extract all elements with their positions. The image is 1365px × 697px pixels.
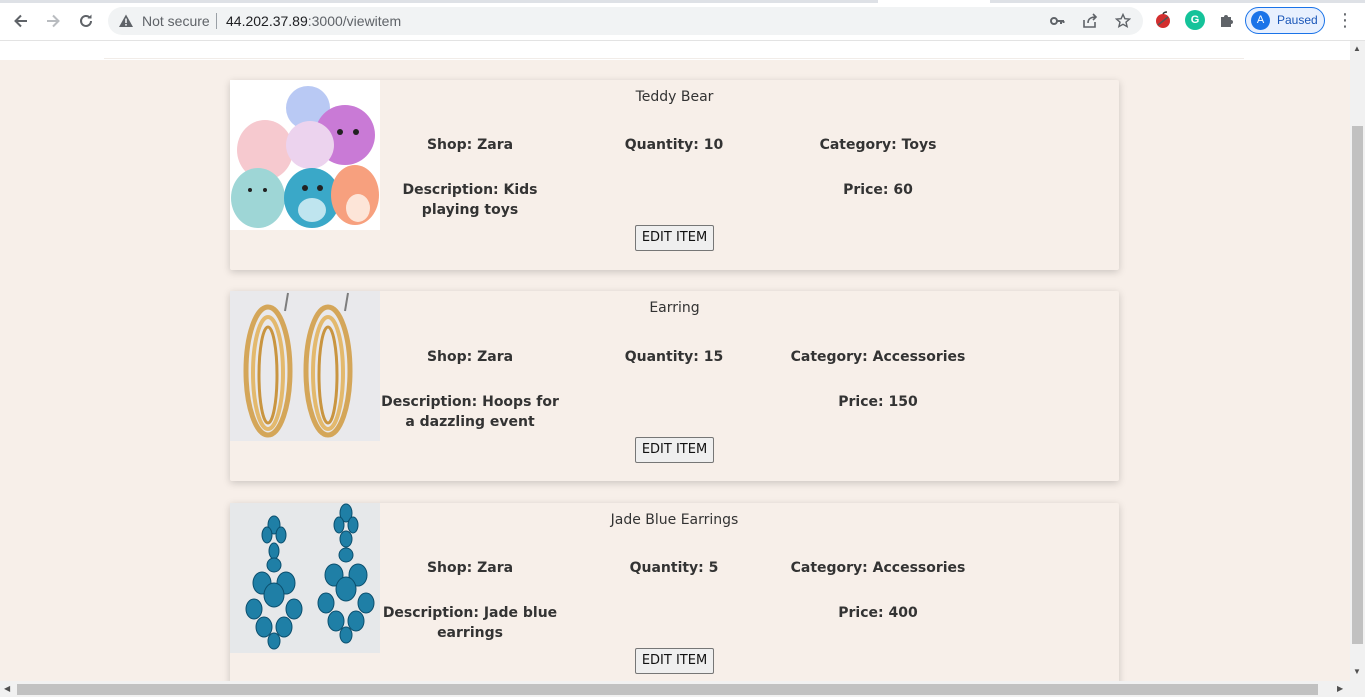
- security-status[interactable]: Not secure: [142, 13, 210, 29]
- item-category: Category: Toys: [819, 137, 937, 153]
- edit-item-button[interactable]: EDIT ITEM: [635, 648, 714, 674]
- extension-apple-icon[interactable]: [1153, 10, 1173, 30]
- browser-toolbar: Not secure 44.202.37.89:3000/viewitem G …: [0, 0, 1365, 41]
- forward-icon[interactable]: [41, 9, 65, 33]
- item-list: Teddy Bear Shop: Zara Quantity: 10 Categ…: [0, 60, 1350, 681]
- item-category: Category: Accessories: [790, 349, 966, 365]
- url-host: 44.202.37.89: [226, 13, 308, 29]
- warning-icon[interactable]: [118, 13, 134, 29]
- scroll-left-arrow-icon[interactable]: ◀: [4, 684, 10, 693]
- item-description: Description: Jade blue earrings: [382, 605, 558, 641]
- reload-icon[interactable]: [74, 9, 98, 33]
- item-card: Teddy Bear Shop: Zara Quantity: 10 Categ…: [230, 80, 1119, 270]
- item-price: Price: 400: [838, 605, 918, 621]
- item-name: Jade Blue Earrings: [610, 512, 739, 528]
- tab-strip-edge: [0, 0, 1365, 3]
- horizontal-scrollbar[interactable]: ◀ ▶: [0, 681, 1365, 697]
- item-card: Earring Shop: Zara Quantity: 15 Category…: [230, 291, 1119, 481]
- plush-toys-image: [230, 80, 380, 230]
- item-quantity: Quantity: 10: [624, 137, 724, 153]
- grammarly-icon[interactable]: G: [1185, 10, 1205, 30]
- scroll-right-arrow-icon[interactable]: ▶: [1337, 684, 1343, 693]
- item-quantity: Quantity: 15: [624, 349, 724, 365]
- url-text[interactable]: 44.202.37.89:3000/viewitem: [226, 13, 401, 29]
- avatar: A: [1251, 11, 1270, 30]
- extensions-puzzle-icon[interactable]: [1217, 10, 1237, 30]
- item-price: Price: 60: [843, 182, 913, 198]
- vertical-scrollbar-thumb[interactable]: [1352, 126, 1363, 644]
- item-shop: Shop: Zara: [426, 137, 514, 153]
- edit-item-button[interactable]: EDIT ITEM: [635, 225, 714, 251]
- item-shop: Shop: Zara: [426, 349, 514, 365]
- scroll-down-arrow-icon[interactable]: ▼: [1353, 667, 1361, 676]
- gold-hoop-earrings-image: [230, 291, 380, 441]
- share-icon[interactable]: [1081, 13, 1099, 29]
- key-icon[interactable]: [1048, 13, 1066, 29]
- scroll-up-arrow-icon[interactable]: ▲: [1353, 44, 1361, 53]
- item-price: Price: 150: [838, 394, 918, 410]
- active-tab-edge[interactable]: [878, 0, 990, 3]
- item-name: Teddy Bear: [635, 89, 714, 105]
- edit-item-button[interactable]: EDIT ITEM: [635, 437, 714, 463]
- header-divider: [104, 58, 1244, 59]
- item-description: Description: Kids playing toys: [402, 182, 538, 218]
- omnibox-divider: [216, 13, 217, 29]
- more-menu-icon[interactable]: ⋮: [1336, 9, 1354, 33]
- item-card: Jade Blue Earrings Shop: Zara Quantity: …: [230, 503, 1119, 681]
- item-name: Earring: [649, 300, 700, 316]
- star-icon[interactable]: [1114, 12, 1132, 29]
- back-icon[interactable]: [9, 9, 33, 33]
- item-description: Description: Hoops for a dazzling event: [381, 394, 559, 430]
- profile-button[interactable]: A Paused: [1245, 7, 1325, 34]
- horizontal-scrollbar-thumb[interactable]: [17, 684, 1318, 695]
- item-shop: Shop: Zara: [426, 560, 514, 576]
- address-bar[interactable]: Not secure 44.202.37.89:3000/viewitem: [108, 7, 1143, 35]
- item-quantity: Quantity: 5: [629, 560, 719, 576]
- vertical-scrollbar[interactable]: ▲ ▼: [1350, 41, 1365, 681]
- page-header: [0, 41, 1350, 60]
- url-path: :3000/viewitem: [307, 13, 402, 29]
- item-category: Category: Accessories: [790, 560, 966, 576]
- profile-status: Paused: [1277, 13, 1318, 27]
- blue-jewel-earrings-image: [230, 503, 380, 653]
